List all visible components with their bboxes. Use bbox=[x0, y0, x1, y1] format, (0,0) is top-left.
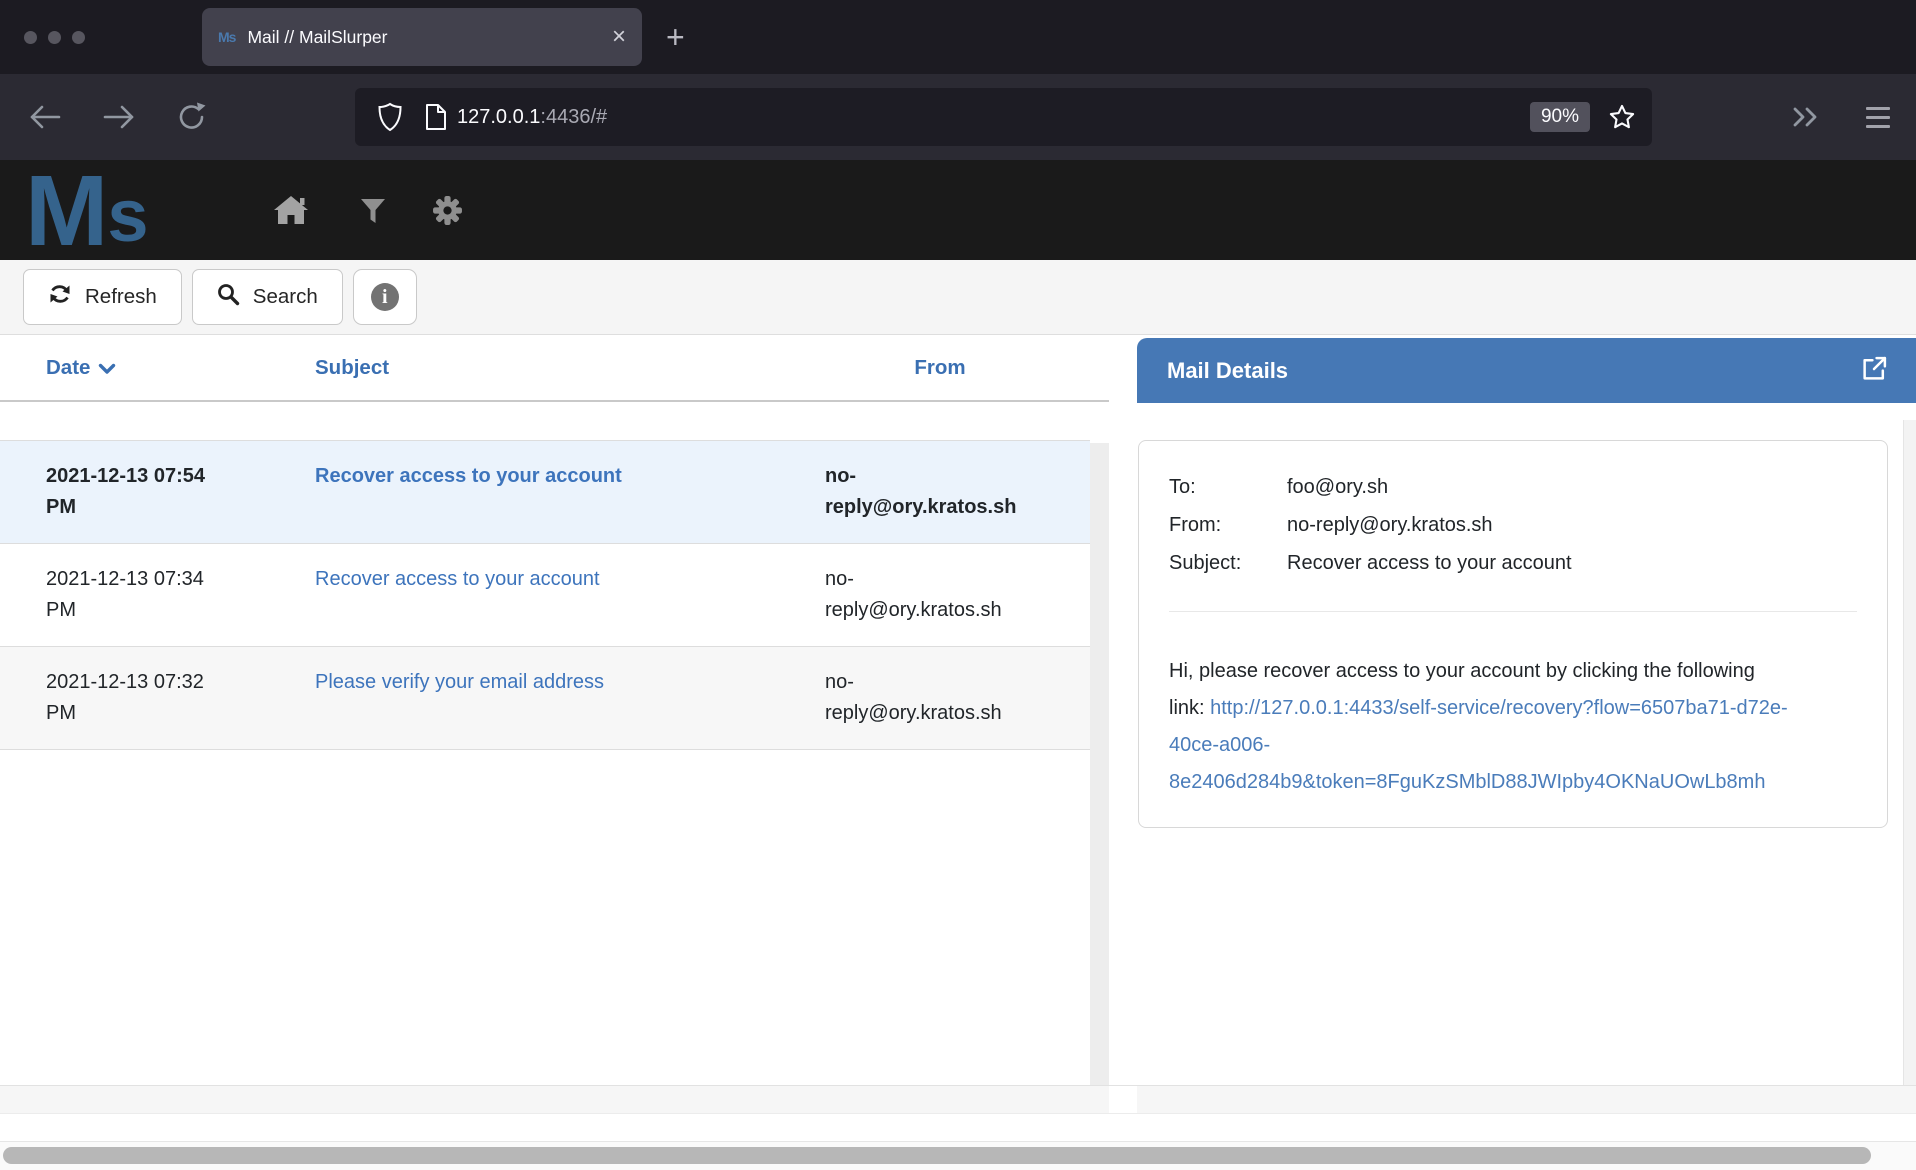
app-toolbar: Refresh Search i bbox=[0, 260, 1916, 335]
tab-close-icon[interactable]: × bbox=[612, 25, 626, 49]
mail-body: Hi, please recover access to your accoun… bbox=[1169, 653, 1789, 801]
footer-band bbox=[0, 1085, 1916, 1113]
window-control-dot[interactable] bbox=[24, 31, 37, 44]
sort-desc-chevron-icon bbox=[98, 357, 116, 380]
search-label: Search bbox=[253, 285, 318, 309]
list-header-divider bbox=[0, 400, 1109, 402]
forward-icon[interactable] bbox=[102, 104, 136, 130]
from-value: no-reply@ory.kratos.sh bbox=[1287, 506, 1493, 544]
tab-title: Mail // MailSlurper bbox=[247, 27, 602, 48]
mail-from: no-reply@ory.kratos.sh bbox=[785, 564, 1030, 626]
mailslurper-favicon-icon: Ms bbox=[218, 29, 235, 45]
page-info-icon[interactable] bbox=[425, 103, 447, 131]
panel-divider bbox=[1090, 335, 1109, 1085]
panel-gap bbox=[1109, 335, 1137, 1085]
horizontal-scrollbar-thumb[interactable] bbox=[3, 1147, 1871, 1164]
settings-gear-icon[interactable] bbox=[432, 195, 463, 231]
open-external-icon[interactable] bbox=[1861, 355, 1888, 387]
mail-date: 2021-12-13 07:32 PM bbox=[0, 667, 222, 729]
shield-icon[interactable] bbox=[377, 102, 403, 132]
new-tab-button[interactable]: + bbox=[666, 21, 685, 53]
info-button[interactable]: i bbox=[353, 269, 417, 325]
refresh-button[interactable]: Refresh bbox=[23, 269, 182, 325]
mail-details-header: Mail Details bbox=[1137, 338, 1916, 403]
mail-from: no-reply@ory.kratos.sh bbox=[785, 461, 1030, 523]
column-header-from: From bbox=[825, 356, 1055, 380]
footer-band-light bbox=[0, 1113, 1916, 1141]
mail-row[interactable]: 2021-12-13 07:32 PM Please verify your e… bbox=[0, 646, 1090, 750]
mail-list-header: Date Subject From bbox=[0, 335, 1090, 400]
mail-subject-link[interactable]: Recover access to your account bbox=[315, 568, 600, 590]
mail-from: no-reply@ory.kratos.sh bbox=[785, 667, 1030, 729]
mail-row[interactable]: 2021-12-13 07:54 PM Recover access to yo… bbox=[0, 440, 1090, 543]
reload-icon[interactable] bbox=[176, 101, 208, 133]
from-label: From: bbox=[1169, 506, 1287, 544]
browser-tab[interactable]: Ms Mail // MailSlurper × bbox=[202, 8, 642, 66]
column-header-subject: Subject bbox=[222, 356, 785, 380]
window-controls bbox=[24, 31, 85, 44]
column-header-date[interactable]: Date bbox=[0, 356, 222, 380]
mail-details-title: Mail Details bbox=[1167, 358, 1861, 384]
search-button[interactable]: Search bbox=[192, 269, 343, 325]
bookmark-star-icon[interactable] bbox=[1608, 103, 1636, 131]
overflow-chevrons-icon[interactable] bbox=[1790, 104, 1822, 130]
window-control-dot[interactable] bbox=[72, 31, 85, 44]
to-value: foo@ory.sh bbox=[1287, 468, 1388, 506]
refresh-label: Refresh bbox=[85, 285, 157, 309]
browser-navbar: 127.0.0.1:4436/# 90% bbox=[0, 74, 1916, 160]
zoom-level-badge[interactable]: 90% bbox=[1530, 102, 1590, 132]
mail-subject-link[interactable]: Please verify your email address bbox=[315, 671, 604, 693]
subject-label: Subject: bbox=[1169, 544, 1287, 582]
mail-date: 2021-12-13 07:34 PM bbox=[0, 564, 222, 626]
browser-tab-bar: Ms Mail // MailSlurper × + bbox=[0, 0, 1916, 74]
menu-hamburger-icon[interactable] bbox=[1866, 107, 1890, 128]
info-icon: i bbox=[371, 283, 399, 311]
back-icon[interactable] bbox=[28, 104, 62, 130]
horizontal-scrollbar-track bbox=[0, 1141, 1916, 1170]
app-header: Ms bbox=[0, 160, 1916, 260]
browser-window: Ms Mail // MailSlurper × + 127.0.0.1:443… bbox=[0, 0, 1916, 1170]
card-divider bbox=[1169, 611, 1857, 612]
main-content: Date Subject From 2021-12-13 07:54 PM Re… bbox=[0, 335, 1916, 1085]
window-control-dot[interactable] bbox=[48, 31, 61, 44]
subject-value: Recover access to your account bbox=[1287, 544, 1572, 582]
mail-details-card: To:foo@ory.sh From:no-reply@ory.kratos.s… bbox=[1138, 440, 1888, 828]
to-label: To: bbox=[1169, 468, 1287, 506]
url-bar[interactable]: 127.0.0.1:4436/# 90% bbox=[355, 88, 1652, 146]
mail-list-panel: Date Subject From 2021-12-13 07:54 PM Re… bbox=[0, 335, 1090, 1085]
mail-details-panel: Mail Details To:foo@ory.sh From:no-reply… bbox=[1137, 335, 1916, 1085]
mail-subject-link[interactable]: Recover access to your account bbox=[315, 465, 622, 487]
recovery-link[interactable]: http://127.0.0.1:4433/self-service/recov… bbox=[1169, 697, 1788, 793]
search-icon bbox=[217, 283, 240, 312]
vertical-scrollbar-track[interactable] bbox=[1903, 420, 1916, 1085]
home-icon[interactable] bbox=[272, 194, 310, 231]
mailslurper-logo[interactable]: Ms bbox=[25, 154, 139, 269]
url-text: 127.0.0.1:4436/# bbox=[457, 106, 607, 129]
url-host: 127.0.0.1 bbox=[457, 106, 540, 128]
url-suffix: :4436/# bbox=[540, 106, 607, 128]
mail-row[interactable]: 2021-12-13 07:34 PM Recover access to yo… bbox=[0, 543, 1090, 646]
mail-date: 2021-12-13 07:54 PM bbox=[0, 461, 222, 523]
refresh-icon bbox=[48, 282, 72, 312]
mail-rows: 2021-12-13 07:54 PM Recover access to yo… bbox=[0, 440, 1090, 750]
filter-icon[interactable] bbox=[360, 198, 386, 229]
